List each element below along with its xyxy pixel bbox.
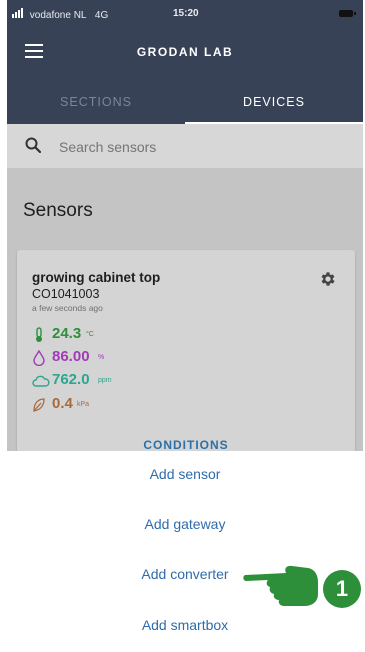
device-id: CO1041003 (32, 287, 100, 301)
page-title: Sensors (23, 200, 93, 221)
app-header: vodafone NL 4G 15:20 GRODAN LAB SECTIONS… (7, 0, 363, 124)
humidity-drop-icon (33, 350, 45, 366)
conditions-link[interactable]: CONDITIONS (17, 438, 355, 452)
carrier-info: vodafone NL 4G (12, 8, 108, 21)
search-icon[interactable] (25, 137, 41, 153)
network-type: 4G (94, 10, 109, 21)
tab-bar: SECTIONS DEVICES (7, 84, 363, 124)
tab-devices[interactable]: DEVICES (185, 84, 363, 124)
leaf-vpd-icon (33, 398, 45, 412)
sensor-card[interactable]: growing cabinet top CO1041003 a few seco… (17, 250, 355, 460)
humidity-value: 86.00 (52, 348, 90, 365)
carrier-name: vodafone NL (29, 10, 87, 21)
tab-sections[interactable]: SECTIONS (7, 84, 185, 124)
last-updated: a few seconds ago (32, 303, 103, 313)
add-device-sheet: Add sensor Add gateway Add converter Add… (7, 451, 363, 652)
step-number-badge: 1 (323, 570, 361, 608)
co2-unit: ppm (98, 377, 112, 384)
battery-icon (339, 10, 356, 17)
temperature-value: 24.3 (52, 325, 82, 342)
search-input[interactable] (57, 134, 351, 160)
thermometer-icon (36, 327, 42, 342)
clock: 15:20 (173, 8, 199, 19)
vpd-value: 0.4 (52, 395, 73, 412)
signal-icon (12, 8, 24, 21)
status-bar: vodafone NL 4G 15:20 (7, 8, 363, 22)
search-bar (7, 124, 363, 168)
temperature-unit: °C (86, 331, 94, 338)
humidity-unit: % (98, 354, 105, 361)
add-smartbox-option[interactable]: Add smartbox (7, 612, 363, 638)
gear-icon[interactable] (319, 270, 337, 288)
add-gateway-option[interactable]: Add gateway (7, 511, 363, 537)
vpd-unit: kPa (77, 401, 90, 408)
main-content: Sensors growing cabinet top CO1041003 a … (7, 168, 363, 460)
pointing-hand-icon (243, 565, 318, 606)
device-name: growing cabinet top (32, 270, 161, 285)
add-sensor-option[interactable]: Add sensor (7, 461, 363, 487)
co2-cloud-icon (32, 375, 50, 387)
co2-value: 762.0 (52, 371, 90, 388)
app-title: GRODAN LAB (136, 45, 234, 59)
